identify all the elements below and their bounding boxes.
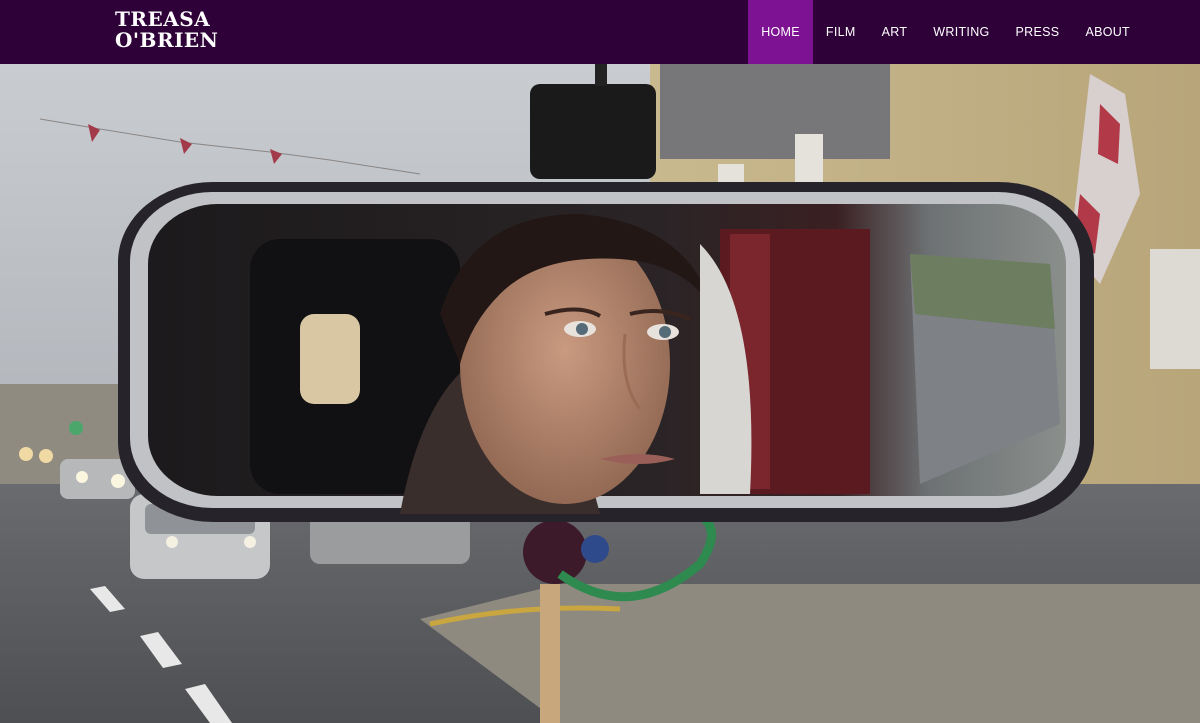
nav-home[interactable]: HOME — [748, 0, 813, 64]
nav-press[interactable]: PRESS — [1003, 0, 1073, 64]
hero-image — [0, 64, 1200, 723]
nav-film[interactable]: FILM — [813, 0, 869, 64]
logo-line-1: TREASA — [115, 7, 211, 31]
nav-about[interactable]: ABOUT — [1072, 0, 1143, 64]
main-nav: HOME FILM ART WRITING PRESS ABOUT — [748, 0, 1143, 64]
top-navbar: TREASA O'BRIEN HOME FILM ART WRITING PRE… — [0, 0, 1200, 64]
site-logo[interactable]: TREASA O'BRIEN — [115, 9, 218, 51]
logo-line-2: O'BRIEN — [115, 28, 219, 52]
hero-photo-illustration — [0, 64, 1200, 723]
nav-writing[interactable]: WRITING — [920, 0, 1002, 64]
nav-art[interactable]: ART — [869, 0, 921, 64]
